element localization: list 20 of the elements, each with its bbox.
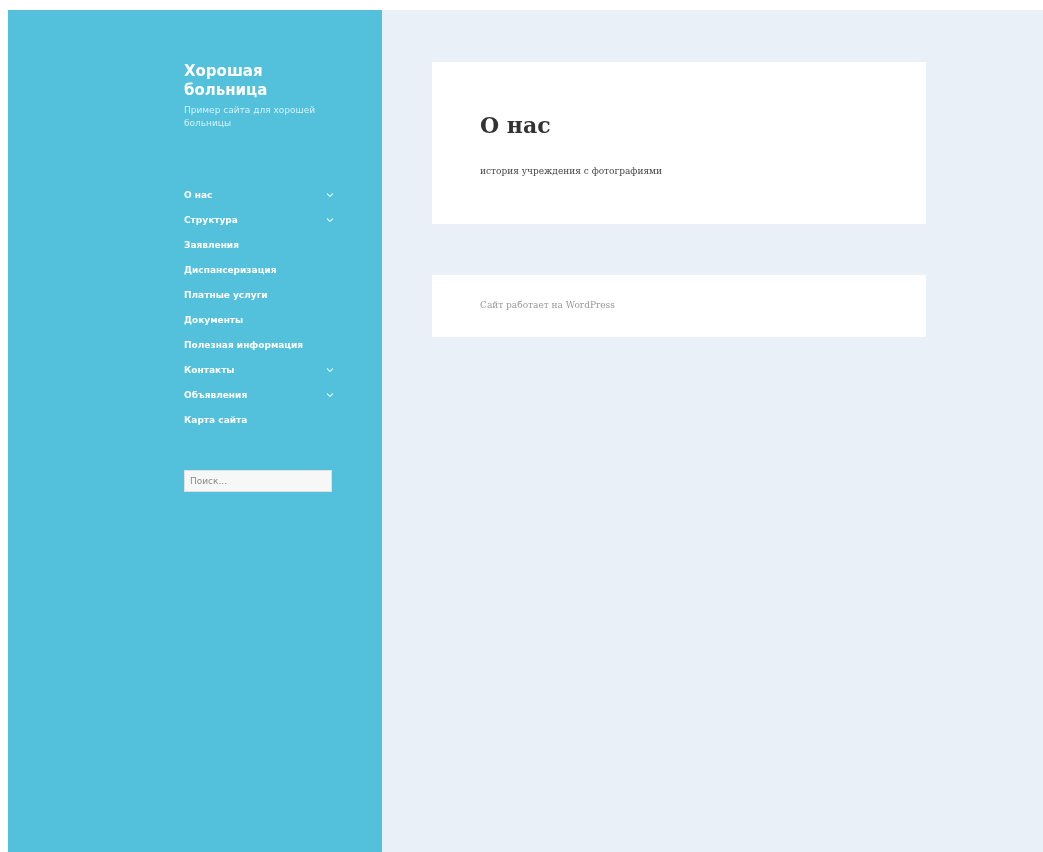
chevron-icon[interactable] — [326, 216, 334, 223]
menu-link[interactable]: Объявления — [184, 389, 248, 400]
menu-link[interactable]: Заявления — [184, 239, 239, 250]
menu-link[interactable]: Структура — [184, 214, 238, 225]
search-field[interactable]: Поиск... — [184, 470, 332, 492]
chevron-icon[interactable] — [326, 366, 334, 373]
menu-link[interactable]: Контакты — [184, 364, 235, 375]
page-title: О нас — [480, 112, 552, 138]
site-tagline: Пример сайта для хорошей больницы — [184, 104, 317, 130]
site-title[interactable]: Хорошая больница — [184, 62, 314, 100]
menu-link[interactable]: Полезная информация — [184, 339, 304, 350]
chevron-icon[interactable] — [326, 191, 334, 198]
menu-link[interactable]: Карта сайта — [184, 414, 248, 425]
menu-link[interactable]: Диспансеризация — [184, 264, 277, 275]
menu-link[interactable]: О нас — [184, 189, 213, 200]
menu-link[interactable]: Платные услуги — [184, 289, 268, 300]
page-text: история учреждения с фотографиями — [480, 166, 664, 176]
footer-text: Сайт работает на WordPress — [480, 300, 616, 310]
chevron-icon[interactable] — [326, 391, 334, 398]
menu-link[interactable]: Документы — [184, 314, 244, 325]
